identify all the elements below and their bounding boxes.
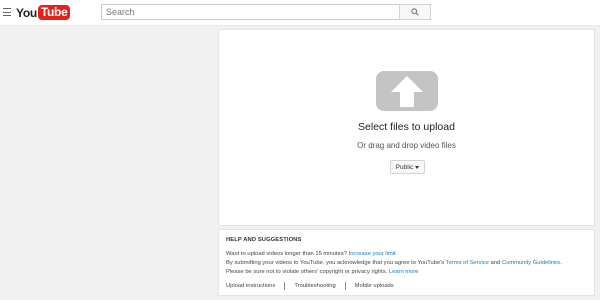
help-text: Want to upload videos longer than 15 min… [226,251,347,257]
help-links: Upload instructions Troubleshooting Mobi… [226,282,594,290]
mobile-uploads-link[interactable]: Mobile uploads [355,283,394,289]
upload-title: Select files to upload [358,121,455,133]
help-line-terms: By submitting your videos to YouTube, yo… [226,260,562,266]
privacy-selected-value: Public [395,163,414,171]
help-text: Please be sure not to violate others' co… [226,269,388,275]
search-icon [411,8,419,16]
troubleshooting-link[interactable]: Troubleshooting [294,283,335,289]
logo-text-you: You [16,5,37,20]
hamburger-menu-icon[interactable] [3,8,11,16]
terms-of-service-link[interactable]: Terms of Service [446,260,489,266]
help-text: and [490,260,501,266]
help-panel: HELP AND SUGGESTIONS Want to upload vide… [218,229,595,296]
divider [284,282,286,290]
top-bar: You Tube [0,0,600,26]
upload-instructions-link[interactable]: Upload instructions [226,283,275,289]
chevron-down-icon [415,165,420,169]
help-line-upload-limit: Want to upload videos longer than 15 min… [226,250,594,259]
search-bar [101,4,431,20]
privacy-dropdown[interactable]: Public [390,160,425,174]
help-title: HELP AND SUGGESTIONS [226,237,302,243]
youtube-logo[interactable]: You Tube [16,4,71,21]
upload-subtitle: Or drag and drop video files [357,141,456,150]
learn-more-link[interactable]: Learn more [389,269,419,275]
search-button[interactable] [399,4,431,20]
help-text: By submitting your videos to YouTube, yo… [226,260,445,266]
logo-text-tube: Tube [37,5,71,20]
divider [344,282,346,290]
increase-limit-link[interactable]: Increase your limit [349,251,396,257]
help-line-copyright: Please be sure not to violate others' co… [226,268,594,277]
upload-arrow-icon[interactable] [376,71,438,111]
upload-panel[interactable]: Select files to upload Or drag and drop … [218,29,595,226]
search-input[interactable] [101,4,399,20]
community-guidelines-link[interactable]: Community Guidelines [502,260,560,266]
